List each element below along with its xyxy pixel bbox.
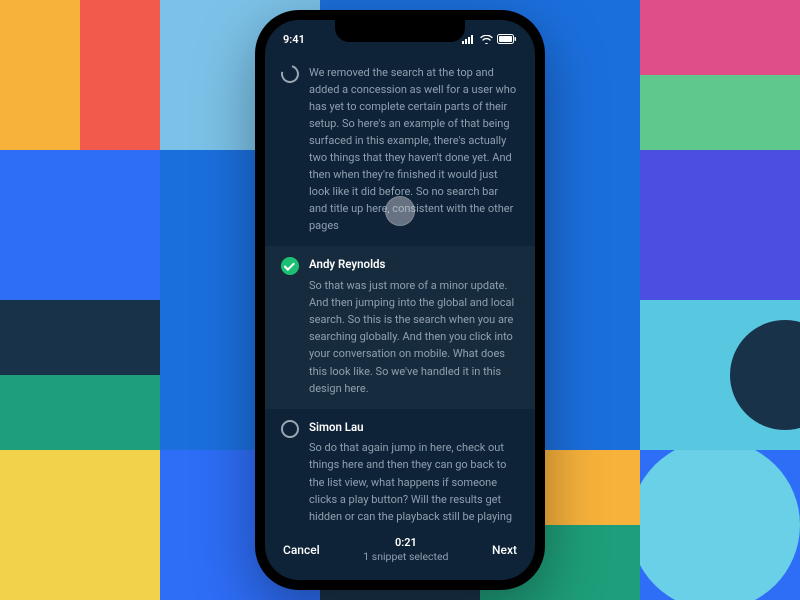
next-button[interactable]: Next: [492, 543, 517, 557]
snippet-item[interactable]: Simon Lau So do that again jump in here, …: [265, 409, 535, 528]
phone-frame: 9:41 We removed the search at the top an…: [255, 10, 545, 590]
status-indicators: [462, 34, 517, 44]
snippet-text: So do that again jump in here, check out…: [309, 439, 519, 528]
radio-icon[interactable]: [281, 420, 299, 438]
snippet-list[interactable]: We removed the search at the top and add…: [265, 54, 535, 528]
signal-icon: [462, 35, 476, 44]
screen-content: We removed the search at the top and add…: [265, 20, 535, 580]
snippet-item[interactable]: Andy Reynolds So that was just more of a …: [265, 246, 535, 408]
snippet-text: So that was just more of a minor update.…: [309, 277, 519, 396]
snippet-content: Andy Reynolds So that was just more of a …: [309, 256, 519, 396]
status-time: 9:41: [283, 33, 305, 46]
battery-icon: [497, 34, 517, 44]
speaker-name: Simon Lau: [309, 419, 519, 437]
bottom-bar: Cancel 0:21 1 snippet selected Next: [265, 528, 535, 580]
touch-cursor: [385, 196, 415, 226]
radio-icon[interactable]: [278, 62, 303, 87]
wifi-icon: [480, 35, 493, 44]
selection-duration: 0:21: [363, 536, 448, 550]
selection-count: 1 snippet selected: [363, 550, 448, 564]
speaker-name: Andy Reynolds: [309, 256, 519, 274]
footer-status: 0:21 1 snippet selected: [363, 536, 448, 564]
phone-screen: 9:41 We removed the search at the top an…: [265, 20, 535, 580]
phone-notch: [335, 20, 465, 42]
cancel-button[interactable]: Cancel: [283, 543, 320, 557]
snippet-content: Simon Lau So do that again jump in here, …: [309, 419, 519, 528]
checkmark-icon[interactable]: [281, 257, 299, 275]
